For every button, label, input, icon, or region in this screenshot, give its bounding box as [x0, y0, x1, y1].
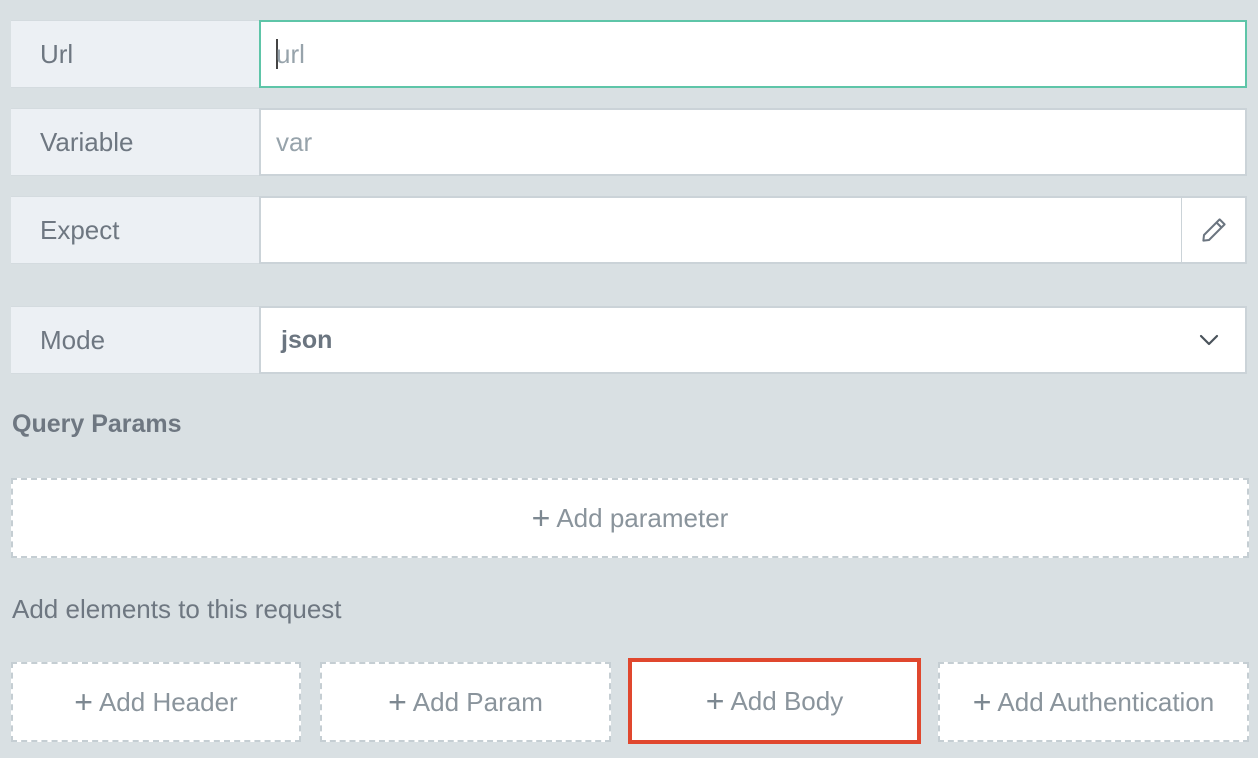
url-field-wrapper[interactable]	[259, 20, 1247, 88]
variable-input[interactable]	[276, 110, 1245, 174]
add-parameter-button[interactable]: + Add parameter	[11, 478, 1249, 558]
mode-selected-value: json	[281, 325, 333, 354]
expect-field-wrapper[interactable]	[259, 196, 1181, 264]
expect-label: Expect	[11, 196, 259, 264]
add-elements-hint: Add elements to this request	[12, 594, 342, 624]
chevron-down-icon	[1199, 334, 1219, 346]
add-header-label: Add Header	[98, 686, 238, 717]
url-label: Url	[11, 20, 259, 88]
expect-edit-button[interactable]	[1181, 196, 1247, 264]
add-authentication-button[interactable]: + Add Authentication	[938, 662, 1249, 742]
variable-label: Variable	[11, 108, 259, 176]
add-parameter-label: Add parameter	[556, 502, 729, 533]
plus-icon: +	[388, 684, 407, 720]
variable-row: Variable	[11, 108, 1247, 176]
plus-icon: +	[531, 500, 551, 536]
url-input[interactable]	[276, 22, 1245, 86]
url-row: Url	[11, 20, 1247, 88]
add-authentication-label: Add Authentication	[997, 686, 1215, 717]
add-param-label: Add Param	[412, 686, 543, 717]
variable-field-wrapper[interactable]	[259, 108, 1247, 176]
plus-icon: +	[74, 684, 93, 720]
plus-icon: +	[705, 683, 725, 719]
pencil-icon	[1201, 218, 1226, 242]
add-header-button[interactable]: + Add Header	[11, 662, 301, 742]
plus-icon: +	[972, 684, 992, 720]
expect-row: Expect	[11, 196, 1247, 264]
add-body-button[interactable]: + Add Body	[628, 658, 921, 744]
mode-select[interactable]: json	[259, 306, 1247, 374]
expect-input[interactable]	[276, 198, 1181, 262]
query-params-title: Query Params	[12, 410, 182, 438]
mode-label: Mode	[11, 306, 259, 374]
add-param-button[interactable]: + Add Param	[320, 662, 611, 742]
add-body-label: Add Body	[730, 685, 844, 716]
mode-row: Mode json	[11, 306, 1247, 374]
